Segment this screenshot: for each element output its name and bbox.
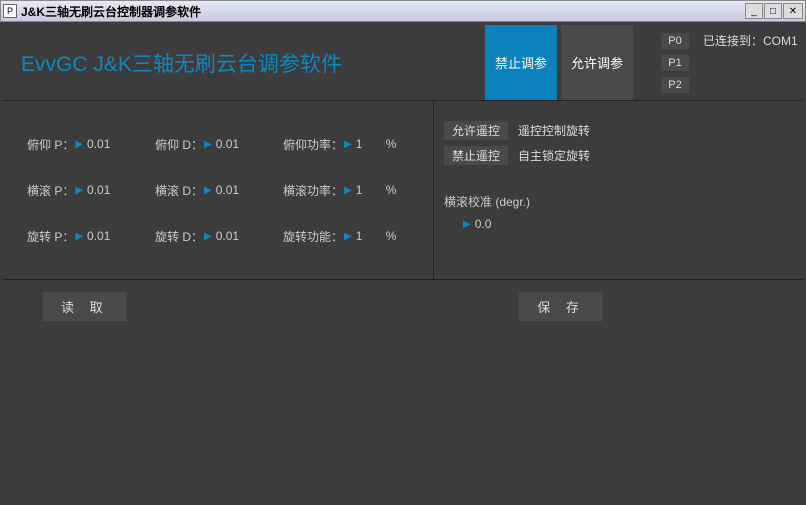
maximize-button[interactable]: □ [764,3,782,19]
save-button[interactable]: 保 存 [519,292,603,321]
deny-remote-row: 禁止遥控 自主锁定旋转 [444,146,803,165]
roll-p-input[interactable] [85,182,123,198]
pitch-p-input[interactable] [85,136,123,152]
spinner-icon[interactable]: ▶ [75,139,83,150]
window-controls: _ □ ✕ [745,3,803,19]
port-p1-button[interactable]: P1 [661,55,689,71]
port-p0-button[interactable]: P0 [661,33,689,49]
percent-label: % [386,137,397,151]
roll-d-input[interactable] [214,182,252,198]
yaw-p-label: 旋转 P： [27,228,74,245]
roll-power-input[interactable] [354,182,378,198]
action-row: 读 取 保 存 [3,279,803,321]
spinner-icon[interactable]: ▶ [75,185,83,196]
pitch-d-input[interactable] [214,136,252,152]
spinner-icon[interactable]: ▶ [344,185,352,196]
yaw-p-input[interactable] [85,228,123,244]
roll-row: 横滚 P： ▶ 横滚 D： ▶ 横滚功率： ▶ % [27,167,433,213]
pitch-d-label: 俯仰 D： [155,136,203,153]
spinner-icon[interactable]: ▶ [204,185,212,196]
roll-p-label: 横滚 P： [27,182,74,199]
read-button[interactable]: 读 取 [43,292,127,321]
roll-calibration-input[interactable] [473,216,511,232]
params-right: 允许遥控 遥控控制旋转 禁止遥控 自主锁定旋转 横滚校准 (degr.) ▶ [433,101,803,279]
spinner-icon[interactable]: ▶ [344,139,352,150]
stop-param-button[interactable]: 禁止调参 [485,25,557,100]
minimize-button[interactable]: _ [745,3,763,19]
spinner-icon[interactable]: ▶ [204,231,212,242]
spinner-icon[interactable]: ▶ [344,231,352,242]
spinner-icon[interactable]: ▶ [75,231,83,242]
deny-remote-button[interactable]: 禁止遥控 [444,146,508,165]
port-p2-button[interactable]: P2 [661,77,689,93]
roll-calibration-label: 横滚校准 (degr.) [444,193,803,210]
window-titlebar: P J&K三轴无刷云台控制器调参软件 _ □ ✕ [0,0,806,22]
close-button[interactable]: ✕ [783,3,803,19]
yaw-power-input[interactable] [354,228,378,244]
percent-label: % [386,229,397,243]
app-title: EvvGC J&K三轴无刷云台调参软件 [3,25,485,100]
percent-label: % [386,183,397,197]
app-body: EvvGC J&K三轴无刷云台调参软件 禁止调参 允许调参 P0 已连接到：CO… [0,22,806,505]
pitch-power-label: 俯仰功率： [283,136,343,153]
allow-remote-row: 允许遥控 遥控控制旋转 [444,121,803,140]
deny-remote-desc: 自主锁定旋转 [518,147,590,164]
pitch-row: 俯仰 P： ▶ 俯仰 D： ▶ 俯仰功率： ▶ % [27,121,433,167]
pitch-power-input[interactable] [354,136,378,152]
port-column: P0 已连接到：COM1 P1 P2 [633,25,803,100]
connection-status: 已连接到：COM1 [703,32,798,49]
window-title: J&K三轴无刷云台控制器调参软件 [21,3,745,20]
yaw-d-label: 旋转 D： [155,228,203,245]
allow-param-button[interactable]: 允许调参 [561,25,633,100]
yaw-d-input[interactable] [214,228,252,244]
header-row: EvvGC J&K三轴无刷云台调参软件 禁止调参 允许调参 P0 已连接到：CO… [3,25,803,100]
spinner-icon[interactable]: ▶ [204,139,212,150]
allow-remote-desc: 遥控控制旋转 [518,122,590,139]
spinner-icon[interactable]: ▶ [463,219,471,230]
params-panel: 俯仰 P： ▶ 俯仰 D： ▶ 俯仰功率： ▶ % 横滚 [3,100,803,279]
roll-power-label: 横滚功率： [283,182,343,199]
yaw-row: 旋转 P： ▶ 旋转 D： ▶ 旋转功能： ▶ % [27,213,433,259]
roll-d-label: 横滚 D： [155,182,203,199]
yaw-power-label: 旋转功能： [283,228,343,245]
app-icon: P [3,4,17,18]
params-left: 俯仰 P： ▶ 俯仰 D： ▶ 俯仰功率： ▶ % 横滚 [3,101,433,279]
pitch-p-label: 俯仰 P： [27,136,74,153]
allow-remote-button[interactable]: 允许遥控 [444,121,508,140]
